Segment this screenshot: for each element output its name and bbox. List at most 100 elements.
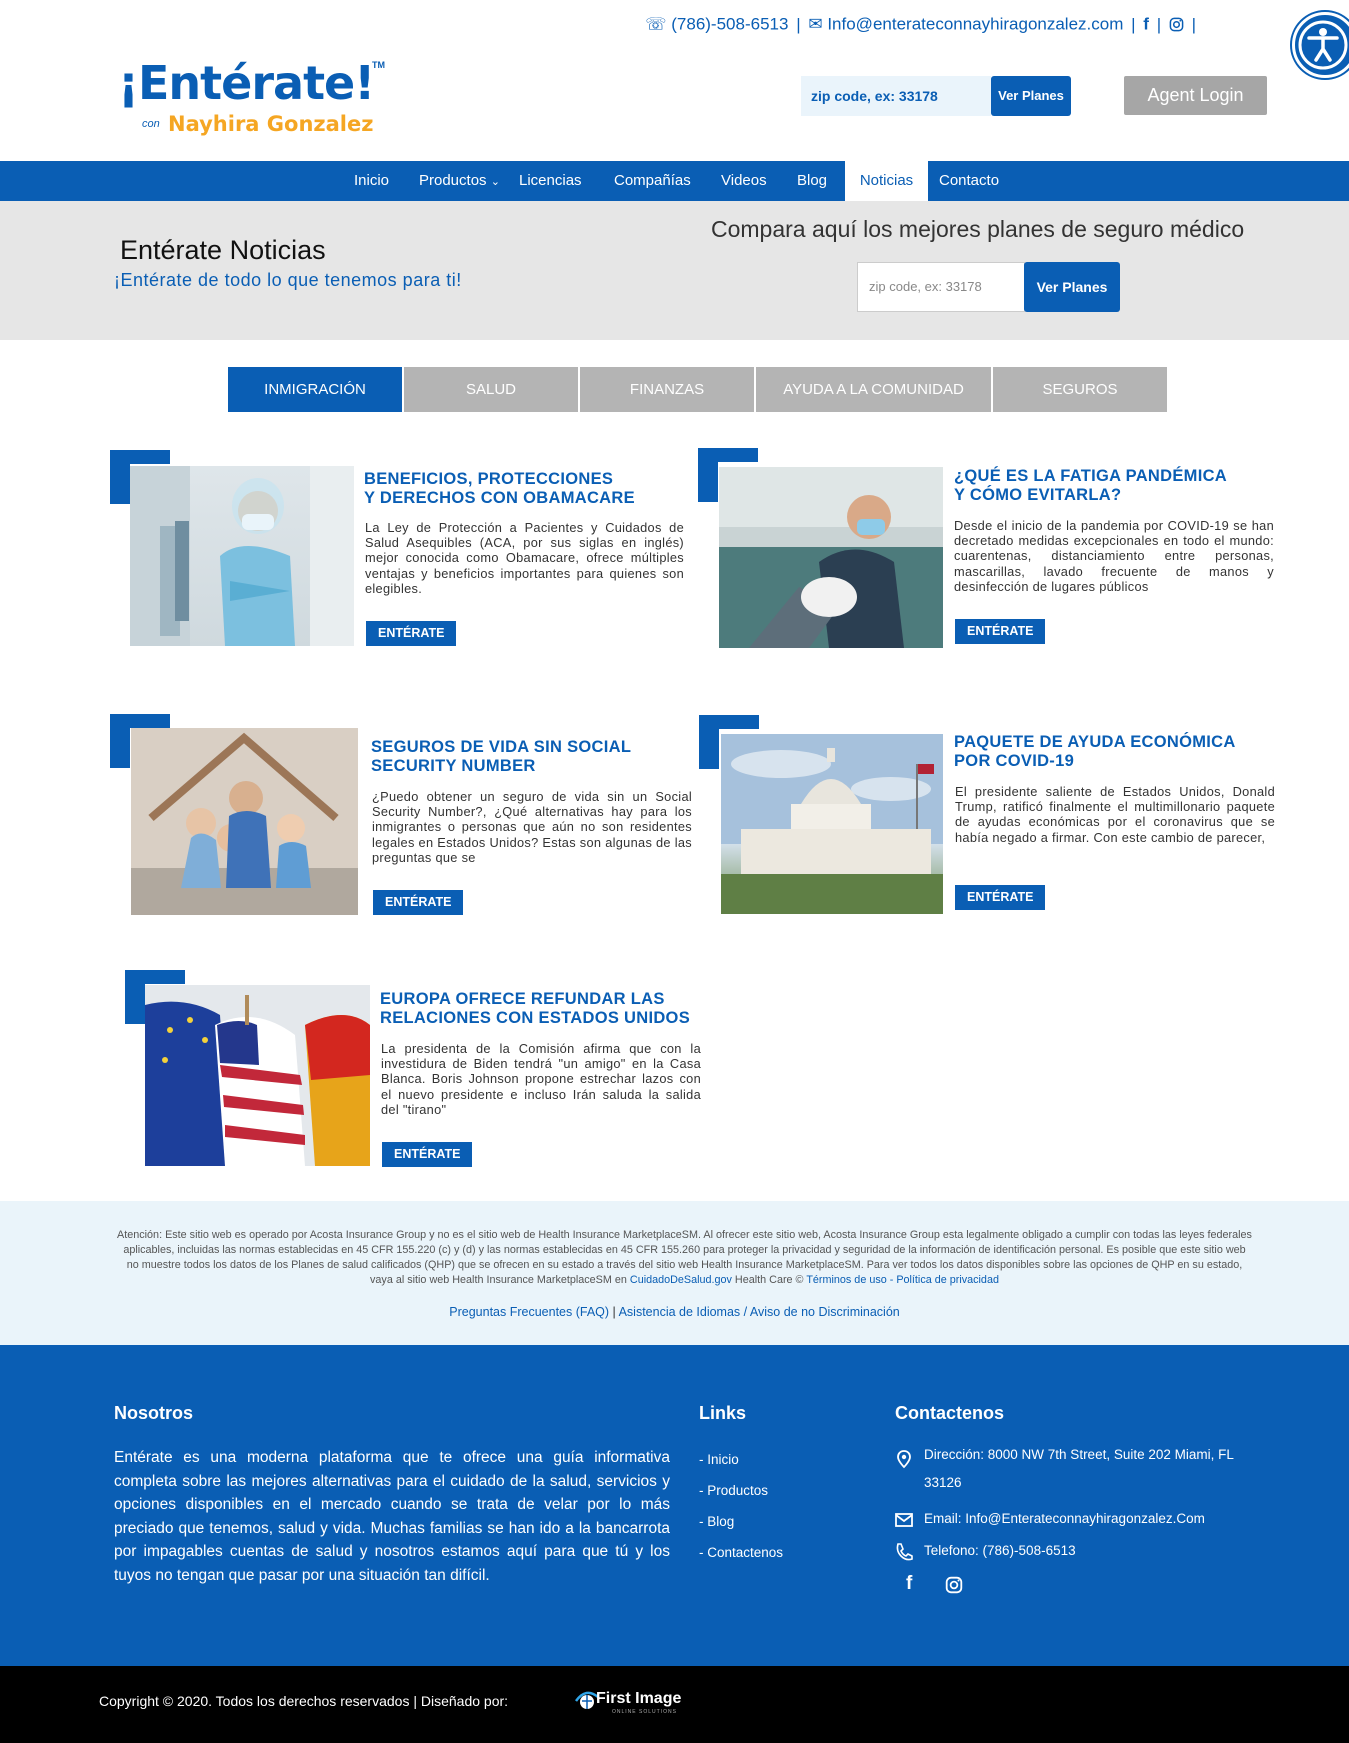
title-line: POR COVID-19 bbox=[954, 752, 1075, 770]
article-image-nurse[interactable] bbox=[130, 466, 354, 646]
title-line: BENEFICIOS, PROTECCIONES bbox=[364, 470, 614, 488]
title-line: Y DERECHOS CON OBAMACARE bbox=[364, 489, 635, 507]
article-title[interactable]: SEGUROS DE VIDA SIN SOCIAL SECURITY NUMB… bbox=[371, 738, 691, 776]
article-image-capitol[interactable] bbox=[721, 734, 943, 914]
page-subtitle: ¡Entérate de todo lo que tenemos para ti… bbox=[114, 270, 462, 290]
footer-link-inicio[interactable]: - Inicio bbox=[699, 1452, 739, 1467]
title-line: EUROPA OFRECE REFUNDAR LAS bbox=[380, 990, 665, 1008]
mail-icon: ✉ bbox=[808, 14, 823, 34]
footer-link-blog[interactable]: - Blog bbox=[699, 1514, 734, 1529]
tab-finanzas[interactable]: FINANZAS bbox=[580, 367, 754, 412]
agent-login-button[interactable]: Agent Login bbox=[1124, 76, 1267, 115]
copyright-text: Copyright © 2020. Todos los derechos res… bbox=[99, 1693, 509, 1709]
article-excerpt: La presidenta de la Comisión afirma que … bbox=[381, 1041, 701, 1117]
hero-ver-planes-button[interactable]: Ver Planes bbox=[1024, 262, 1120, 312]
article-read-more-button[interactable]: ENTÉRATE MÁS bbox=[955, 885, 1046, 929]
footer-about-text: Entérate es una moderna plataforma que t… bbox=[114, 1449, 670, 1584]
logo-brand: ¡Entérate! bbox=[118, 56, 375, 110]
terms-privacy-link[interactable]: Términos de uso - Política de privacidad bbox=[806, 1274, 999, 1286]
article-title[interactable]: BENEFICIOS, PROTECCIONES Y DERECHOS CON … bbox=[364, 470, 684, 508]
nav-inicio[interactable]: Inicio bbox=[354, 161, 389, 201]
designer-tagline: ONLINE SOLUTIONS bbox=[612, 1709, 677, 1715]
instagram-icon[interactable] bbox=[1169, 15, 1189, 34]
accessibility-icon bbox=[1298, 20, 1348, 70]
divider: | bbox=[1156, 14, 1162, 34]
nurse-illustration bbox=[130, 466, 354, 646]
article-excerpt: Desde el inicio de la pandemia por COVID… bbox=[954, 518, 1274, 594]
copyright-bar: Copyright © 2020. Todos los derechos res… bbox=[0, 1666, 1349, 1743]
title-line: PAQUETE DE AYUDA ECONÓMICA bbox=[954, 733, 1236, 751]
disclaimer-links: Preguntas Frecuentes (FAQ) | Asistencia … bbox=[0, 1305, 1349, 1319]
family-illustration bbox=[131, 728, 358, 915]
article-image-family[interactable] bbox=[131, 728, 358, 915]
article-excerpt: El presidente saliente de Estados Unidos… bbox=[955, 784, 1275, 845]
header-zip-input[interactable]: zip code, ex: 33178 bbox=[801, 76, 991, 116]
link-divider: | bbox=[609, 1305, 619, 1319]
top-phone-link[interactable]: (786)-508-6513 bbox=[671, 15, 788, 34]
compare-heading: Compara aquí los mejores planes de segur… bbox=[711, 216, 1245, 242]
logo-trademark: TM bbox=[372, 60, 385, 70]
first-image-logo[interactable]: First Image ONLINE SOLUTIONS bbox=[572, 1687, 698, 1717]
cuidado-de-salud-link[interactable]: CuidadoDeSalud.gov bbox=[630, 1274, 732, 1286]
tab-salud[interactable]: SALUD bbox=[404, 367, 578, 412]
footer-phone[interactable]: Telefono: (786)-508-6513 bbox=[924, 1537, 1254, 1565]
nav-contacto[interactable]: Contacto bbox=[939, 161, 999, 201]
footer-link-contactenos[interactable]: - Contactenos bbox=[699, 1545, 783, 1560]
location-pin-icon bbox=[897, 1450, 911, 1469]
hero-banner: Entérate Noticias ¡Entérate de todo lo q… bbox=[0, 201, 1349, 340]
health-care-text: Health Care © bbox=[731, 1274, 807, 1286]
title-line: ¿QUÉ ES LA FATIGA PANDÉMICA bbox=[954, 467, 1228, 485]
article-title[interactable]: PAQUETE DE AYUDA ECONÓMICA POR COVID-19 bbox=[954, 733, 1274, 771]
nav-blog[interactable]: Blog bbox=[797, 161, 827, 201]
designer-name: First Image bbox=[596, 1690, 682, 1707]
nav-videos[interactable]: Videos bbox=[721, 161, 767, 201]
tab-inmigracion[interactable]: INMIGRACIÓN bbox=[228, 367, 402, 412]
header-ver-planes-button[interactable]: Ver Planes bbox=[991, 76, 1071, 116]
flags-illustration bbox=[145, 985, 370, 1166]
tab-seguros[interactable]: SEGUROS bbox=[993, 367, 1167, 412]
logo-name: Nayhira Gonzalez bbox=[168, 112, 374, 136]
tired-man-illustration bbox=[719, 467, 943, 648]
article-title[interactable]: ¿QUÉ ES LA FATIGA PANDÉMICA Y CÓMO EVITA… bbox=[954, 467, 1274, 505]
footer-email[interactable]: Email: Info@Enterateconnayhiragonzalez.C… bbox=[924, 1505, 1254, 1533]
nav-productos-label: Productos bbox=[419, 172, 487, 189]
title-line: Y CÓMO EVITARLA? bbox=[954, 486, 1122, 504]
top-contact-bar: ☏ (786)-508-6513 | ✉ Info@enterateconnay… bbox=[645, 14, 1199, 35]
footer-facebook-icon[interactable]: f bbox=[906, 1573, 912, 1595]
footer-link-productos[interactable]: - Productos bbox=[699, 1483, 768, 1498]
capitol-illustration bbox=[721, 734, 943, 914]
facebook-icon[interactable]: f bbox=[1143, 15, 1149, 34]
main-nav: Inicio Productos ⌄ Licencias Compañías V… bbox=[0, 161, 1349, 201]
footer-instagram-icon[interactable] bbox=[945, 1576, 963, 1594]
top-email-link[interactable]: Info@enterateconnayhiragonzalez.com bbox=[827, 15, 1123, 34]
title-line: SECURITY NUMBER bbox=[371, 757, 536, 775]
article-title[interactable]: EUROPA OFRECE REFUNDAR LAS RELACIONES CO… bbox=[380, 990, 700, 1028]
phone-icon: ☏ bbox=[645, 14, 667, 34]
article-read-more-button[interactable]: ENTÉRATE MÁS bbox=[382, 1142, 473, 1186]
footer-links-heading: Links bbox=[699, 1403, 747, 1423]
hero-zip-input[interactable]: zip code, ex: 33178 bbox=[857, 262, 1025, 312]
article-image-flags[interactable] bbox=[145, 985, 370, 1166]
phone-icon bbox=[896, 1543, 913, 1561]
article-image-fatigue[interactable] bbox=[719, 467, 943, 648]
tab-ayuda-comunidad[interactable]: AYUDA A LA COMUNIDAD bbox=[756, 367, 991, 412]
site-footer: Nosotros Entérate es una moderna platafo… bbox=[0, 1345, 1349, 1666]
divider: | bbox=[1131, 14, 1136, 34]
language-assistance-link[interactable]: Asistencia de Idiomas / Aviso de no Disc… bbox=[619, 1305, 900, 1319]
title-line: SEGUROS DE VIDA SIN SOCIAL bbox=[371, 738, 632, 756]
faq-link[interactable]: Preguntas Frecuentes (FAQ) bbox=[449, 1305, 609, 1319]
article-read-more-button[interactable]: ENTÉRATE MÁS bbox=[373, 890, 464, 934]
article-read-more-button[interactable]: ENTÉRATE MÁS bbox=[366, 621, 457, 665]
accessibility-button[interactable] bbox=[1292, 12, 1349, 78]
footer-contact-heading: Contactenos bbox=[895, 1403, 1005, 1423]
article-read-more-button[interactable]: ENTÉRATE MÁS bbox=[955, 619, 1046, 663]
nav-productos[interactable]: Productos ⌄ bbox=[419, 161, 500, 201]
disclaimer-text: Atención: Este sitio web es operado por … bbox=[116, 1228, 1253, 1288]
footer-about-heading: Nosotros bbox=[114, 1403, 194, 1423]
site-logo[interactable]: ¡Entérate! TM con Nayhira Gonzalez bbox=[118, 56, 398, 142]
nav-licencias[interactable]: Licencias bbox=[519, 161, 582, 201]
page-title: Entérate Noticias bbox=[120, 235, 326, 265]
footer-address: Dirección: 8000 NW 7th Street, Suite 202… bbox=[924, 1447, 1234, 1490]
nav-companias[interactable]: Compañías bbox=[614, 161, 691, 201]
nav-noticias[interactable]: Noticias bbox=[845, 161, 928, 201]
